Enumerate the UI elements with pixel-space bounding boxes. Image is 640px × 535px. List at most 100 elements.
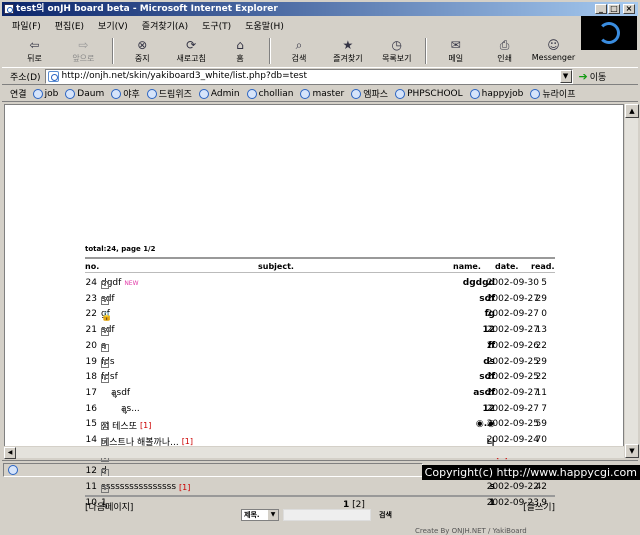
history-button[interactable]: ◷ 목록보기 (372, 36, 421, 66)
close-button[interactable]: × (623, 4, 635, 14)
link-ie-icon (530, 88, 541, 99)
row-subject[interactable]: a (101, 341, 109, 352)
address-bar: 주소(D) http://onjh.net/skin/yakiboard3_wh… (2, 67, 638, 85)
link-ie-icon (32, 88, 43, 99)
link-label: 야후 (123, 90, 140, 100)
row-subject[interactable]: 점 테스또 [1] (101, 419, 151, 432)
menu-item[interactable]: 보기(V) (98, 19, 128, 32)
table-row: 16 ↳ as... 12 2002-09-27 7 (85, 401, 555, 417)
reply-icon: ↳ (111, 390, 119, 401)
table-row: 22 🔒 gf fg 2002-09-27 0 (85, 306, 555, 322)
row-read: 11 (535, 387, 547, 398)
row-subject[interactable]: ↳ asdf (111, 388, 130, 401)
toolbar-label: 새로고침 (176, 54, 206, 63)
write-link[interactable]: [글쓰기] (523, 500, 555, 513)
row-subject[interactable]: fdsf (101, 372, 118, 384)
messenger-button[interactable]: ☺ Messenger (529, 36, 578, 66)
link-item[interactable]: chollian (246, 88, 293, 99)
row-subject[interactable]: dgdf NEW (101, 278, 139, 289)
scroll-down-icon[interactable]: ▼ (625, 444, 639, 458)
print-button[interactable]: ⎙ 인쇄 (480, 36, 529, 66)
board-header: no. subject. name. date. read. (85, 257, 555, 273)
row-read: 22 (535, 372, 547, 383)
link-ie-icon (246, 88, 257, 99)
address-input[interactable]: http://onjh.net/skin/yakiboard3_white/li… (44, 68, 573, 84)
row-no: 14 (85, 435, 97, 445)
links-label: 연결 (10, 90, 27, 100)
toolbar-label: 중지 (134, 54, 150, 63)
header-read: read. (531, 262, 555, 271)
print-icon: ⎙ (499, 37, 510, 52)
link-item[interactable]: 야후 (111, 87, 140, 100)
favorites-button[interactable]: ★ 즐겨찾기 (323, 36, 372, 66)
horizontal-scrollbar[interactable]: ◀ (4, 446, 624, 459)
document-icon (101, 438, 109, 446)
link-item[interactable]: job (32, 88, 58, 99)
next-page-link[interactable]: [다음페이지] (85, 500, 133, 513)
table-row: 24 dgdf NEW dgdgd 2002-09-30 5 (85, 275, 555, 291)
search-input[interactable] (283, 509, 371, 521)
link-item[interactable]: happyjob (469, 88, 523, 99)
ie-icon (4, 4, 14, 14)
row-read: 70 (535, 435, 547, 445)
search-button[interactable]: ⌕ 검색 (275, 36, 324, 66)
table-row: 17 ↳ asdf asdf 2002-09-27 11 (85, 385, 555, 401)
link-item[interactable]: master (300, 88, 344, 99)
row-no: 24 (85, 278, 97, 288)
forward-button[interactable]: ⇨ 앞으로 (59, 36, 108, 66)
header-subject: subject. (258, 262, 294, 271)
go-button[interactable]: ➔ 이동 (579, 70, 607, 83)
minimize-button[interactable]: _ (595, 4, 607, 14)
comment-count: [1] (139, 421, 152, 431)
menu-item[interactable]: 도움말(H) (245, 19, 284, 32)
table-row: 20 a ff 2002-09-26 22 (85, 338, 555, 354)
link-item[interactable]: 엠파스 (351, 87, 388, 100)
search-button[interactable]: 검색 (379, 510, 392, 520)
refresh-button[interactable]: ⟳ 새로고침 (167, 36, 216, 66)
messenger-icon: ☺ (547, 38, 560, 52)
row-subject[interactable]: sdf (101, 294, 115, 305)
go-arrow-icon: ➔ (578, 69, 588, 83)
row-subject[interactable]: sdf (101, 325, 115, 337)
row-no: 23 (85, 293, 97, 304)
vertical-scrollbar[interactable]: ▲ ▼ (624, 104, 639, 458)
link-item[interactable]: Daum (65, 88, 105, 99)
menu-item[interactable]: 파일(F) (12, 19, 41, 32)
row-subject[interactable]: ↳ as... (121, 404, 140, 417)
row-date: 2002-09-25 (486, 419, 539, 430)
menu-item[interactable]: 편집(E) (55, 19, 84, 32)
link-item[interactable]: Admin (198, 88, 240, 99)
row-read: 29 (535, 293, 547, 304)
home-button[interactable]: ⌂ 홈 (216, 36, 265, 66)
menu-bar: 파일(F) 편집(E) 보기(V) 즐겨찾기(A) 도구(T) 도움말(H) (2, 17, 522, 34)
toolbar-label: 앞으로 (72, 54, 95, 63)
link-label: Daum (77, 88, 105, 99)
table-row: 19 fds ds 2002-09-25 29 (85, 354, 555, 370)
scroll-up-icon[interactable]: ▲ (625, 104, 639, 118)
row-no: 20 (85, 340, 97, 351)
address-url: http://onjh.net/skin/yakiboard3_white/li… (61, 71, 307, 81)
scroll-left-icon[interactable]: ◀ (4, 447, 16, 459)
mail-button[interactable]: ✉ 메일 (431, 36, 480, 66)
menu-item[interactable]: 즐겨찾기(A) (142, 19, 188, 32)
row-subject[interactable]: 🔒 gf (101, 309, 112, 322)
search-field-select[interactable]: 제목. (241, 509, 279, 521)
link-ie-icon (395, 88, 406, 99)
address-dropdown-button[interactable]: ▼ (559, 69, 572, 83)
document-icon (101, 485, 109, 494)
address-label: 주소(D) (10, 72, 41, 83)
table-row: 18 fdsf sdf 2002-09-25 22 (85, 369, 555, 385)
link-item[interactable]: 드림위즈 (146, 87, 192, 100)
maximize-button[interactable]: □ (608, 4, 620, 14)
link-item[interactable]: 뉴라이프 (530, 87, 575, 100)
row-subject[interactable]: ssssssssssssssss [1] (101, 482, 190, 494)
link-item[interactable]: PHPSCHOOL (395, 88, 463, 99)
stop-button[interactable]: ⊗ 중지 (118, 36, 167, 66)
row-subject[interactable]: fds (101, 357, 115, 368)
link-ie-icon (351, 88, 362, 99)
menu-item[interactable]: 도구(T) (202, 19, 231, 32)
row-subject-text: ssssssssssssssss (101, 482, 177, 493)
back-button[interactable]: ⇦ 뒤로 (10, 36, 59, 66)
refresh-icon: ⟳ (186, 38, 197, 52)
reply-icon: ↳ (121, 406, 129, 417)
